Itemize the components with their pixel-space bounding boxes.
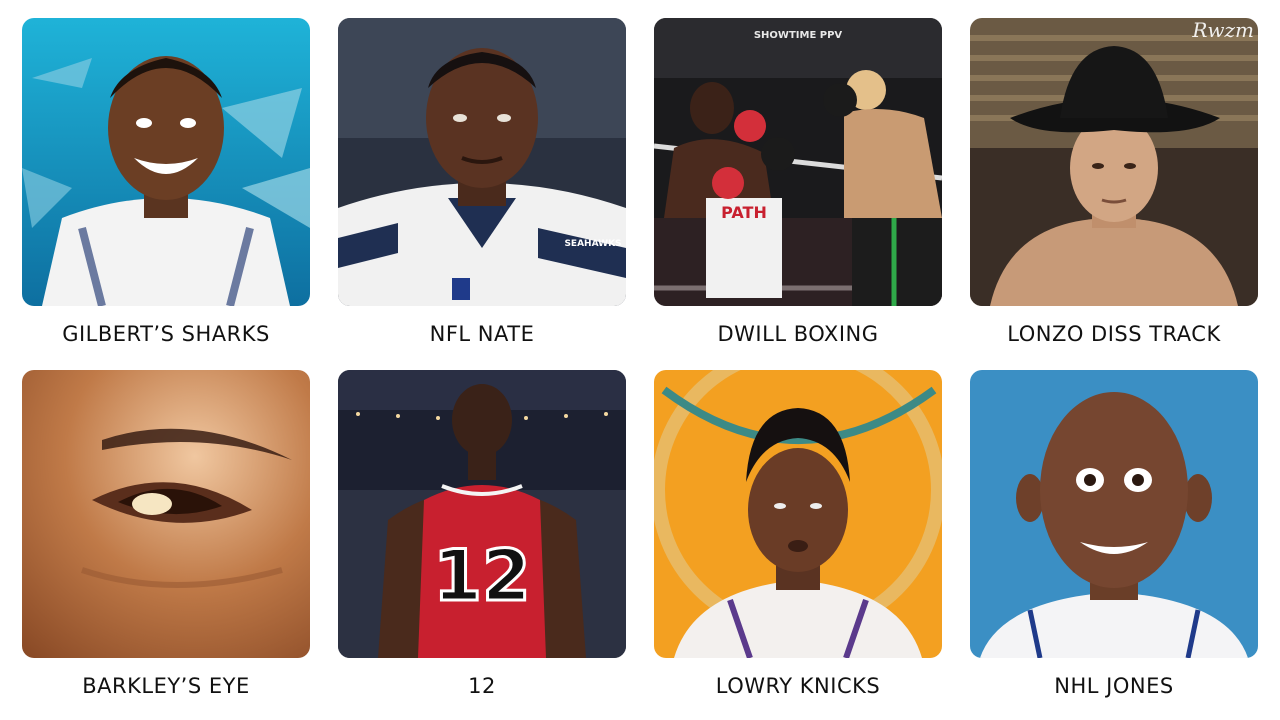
caption-lonzo-diss-track: LONZO DISS TRACK (1007, 322, 1221, 346)
tile-12[interactable]: 12 (338, 370, 626, 658)
tile-barkleys-eye[interactable] (22, 370, 310, 658)
caption-barkleys-eye: BARKLEY’S EYE (82, 674, 250, 698)
banner-text: SHOWTIME PPV (754, 30, 843, 41)
player-portrait-image (970, 370, 1258, 658)
watermark-text: Rwzm (1192, 18, 1254, 42)
player-portrait-image: SEAHAWKS (338, 18, 626, 306)
tile-lowry-knicks[interactable] (654, 370, 942, 658)
caption-nfl-nate: NFL NATE (429, 322, 535, 346)
tile-lonzo-diss-track[interactable]: Rwzm (970, 18, 1258, 306)
jersey-number: 12 (433, 535, 530, 617)
boxing-match-image: SHOWTIME PPV PATH (654, 18, 942, 306)
meme-grid: GILBERT’S SHARKS SEAHAWKS NFL NATE SHOWT… (0, 0, 1280, 720)
trunks-text: PATH (721, 203, 767, 222)
caption-gilberts-sharks: GILBERT’S SHARKS (62, 322, 270, 346)
tile-gilberts-sharks[interactable] (22, 18, 310, 306)
eye-closeup-image (22, 370, 310, 658)
jersey-back-image: 12 (338, 370, 626, 658)
tile-nhl-jones[interactable] (970, 370, 1258, 658)
caption-12: 12 (468, 674, 496, 698)
jersey-text: SEAHAWKS (564, 239, 621, 249)
tile-dwill-boxing[interactable]: SHOWTIME PPV PATH (654, 18, 942, 306)
player-portrait-image (970, 18, 1258, 306)
player-portrait-image (22, 18, 310, 306)
caption-dwill-boxing: DWILL BOXING (717, 322, 879, 346)
caption-nhl-jones: NHL JONES (1054, 674, 1174, 698)
tile-nfl-nate[interactable]: SEAHAWKS (338, 18, 626, 306)
player-portrait-image (654, 370, 942, 658)
caption-lowry-knicks: LOWRY KNICKS (715, 674, 881, 698)
